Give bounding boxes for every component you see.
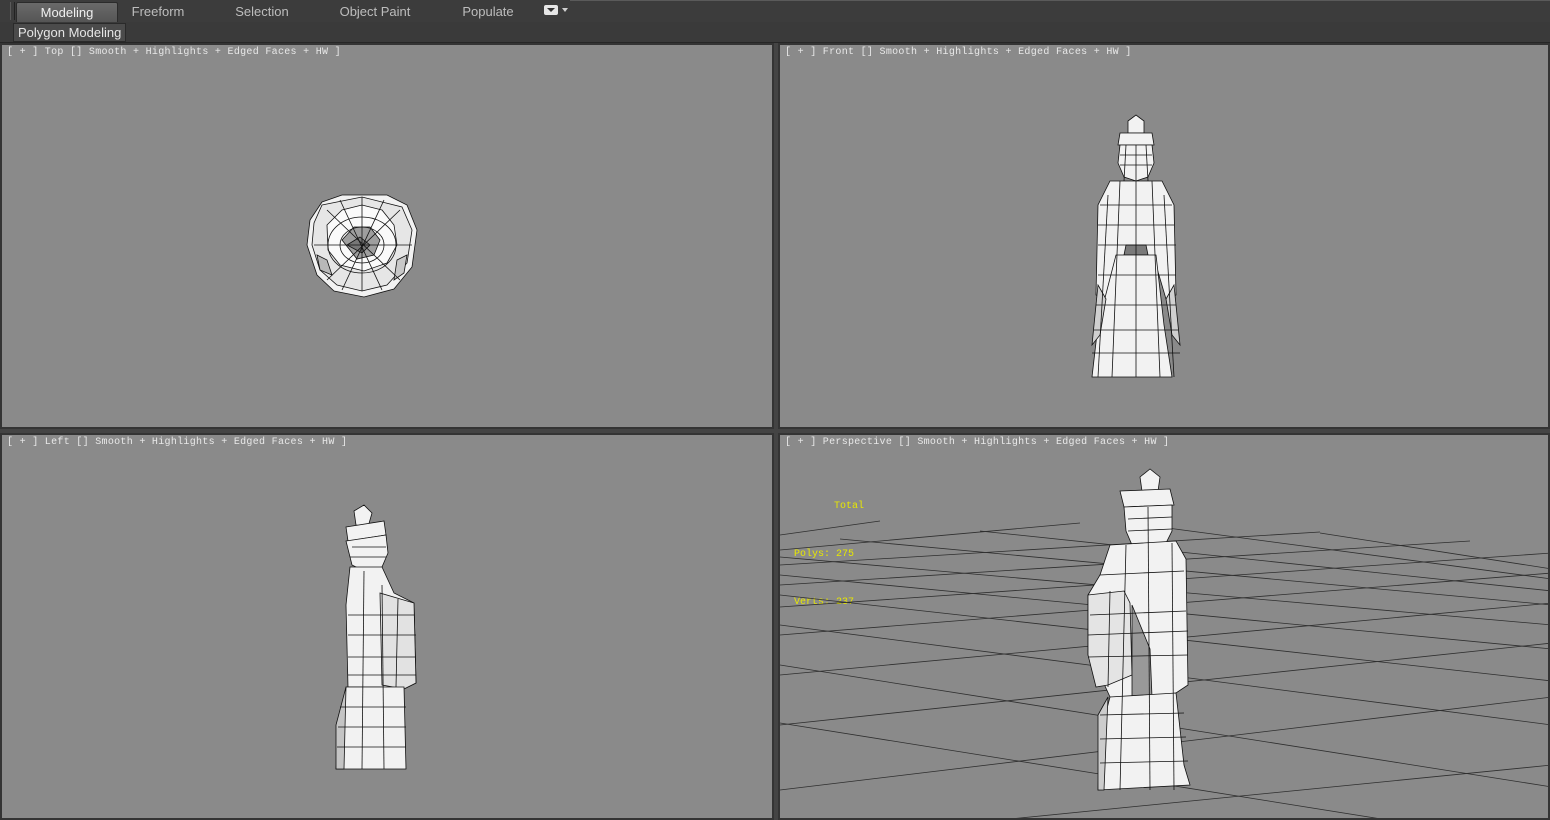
viewport-front[interactable]: [ + ] Front [] Smooth + Highlights + Edg… <box>778 43 1550 429</box>
tab-selection[interactable]: Selection <box>222 2 302 21</box>
ribbon-panel-bar: Polygon Modeling <box>0 22 1550 43</box>
front-view-mesh <box>1091 114 1181 378</box>
ribbon-divider <box>570 0 1550 1</box>
tab-freeform[interactable]: Freeform <box>118 2 198 21</box>
top-view-mesh <box>306 194 418 298</box>
polygon-modeling-panel[interactable]: Polygon Modeling <box>13 23 127 42</box>
dropdown-toggle-icon[interactable] <box>544 5 570 17</box>
ribbon-grip-handle[interactable] <box>10 2 15 20</box>
tab-object-paint[interactable]: Object Paint <box>330 2 420 21</box>
viewport-left[interactable]: [ + ] Left [] Smooth + Highlights + Edge… <box>0 433 774 820</box>
left-view-mesh <box>335 504 417 770</box>
viewport-perspective[interactable]: [ + ] Perspective [] Smooth + Highlights… <box>778 433 1550 820</box>
ribbon-tab-bar: Modeling Freeform Selection Object Paint… <box>0 0 1550 23</box>
viewport-top[interactable]: [ + ] Top [] Smooth + Highlights + Edged… <box>0 43 774 429</box>
tab-populate[interactable]: Populate <box>448 2 528 21</box>
perspective-view-mesh <box>780 468 1548 818</box>
tab-modeling[interactable]: Modeling <box>16 2 118 22</box>
